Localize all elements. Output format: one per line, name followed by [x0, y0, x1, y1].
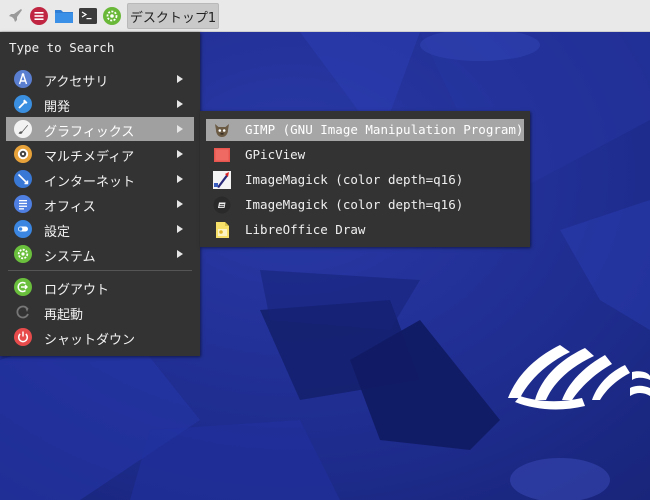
submenu-item-label: ImageMagick (color depth=q16): [245, 172, 464, 187]
system-icon: [14, 245, 32, 263]
menu-item-label: インターネット: [44, 175, 136, 190]
submenu-item-libreoffice-draw[interactable]: LibreOffice Draw: [206, 219, 524, 241]
menu-item-label: 再起動: [44, 308, 84, 323]
rocket-icon[interactable]: [5, 6, 25, 26]
menu-item-multimedia[interactable]: マルチメディア: [6, 142, 194, 166]
internet-icon: [14, 170, 32, 188]
menu-item-label: オフィス: [44, 200, 96, 215]
submenu-arrow-icon: [177, 175, 183, 183]
logout-icon: [14, 278, 32, 296]
submenu-item-gimp[interactable]: GIMP (GNU Image Manipulation Program): [206, 119, 524, 141]
menu-separator: [8, 270, 192, 271]
workspace-button[interactable]: デスクトップ1: [127, 3, 219, 29]
shutdown-icon: [14, 328, 32, 346]
menu-item-shutdown[interactable]: シャットダウン: [6, 325, 194, 349]
menu-item-label: マルチメディア: [44, 150, 135, 165]
terminal-icon[interactable]: [78, 6, 98, 26]
submenu-item-label: GPicView: [245, 147, 306, 162]
submenu-arrow-icon: [177, 150, 183, 158]
submenu-item-imagemagick-display[interactable]: ImageMagick (color depth=q16): [206, 194, 524, 216]
gpicview-icon: [214, 148, 230, 162]
libreoffice-draw-icon: [216, 222, 229, 238]
submenu-item-label: GIMP (GNU Image Manipulation Program): [245, 122, 524, 137]
menu-item-system[interactable]: システム: [6, 242, 194, 266]
menu-item-label: 設定: [44, 225, 71, 240]
folder-icon[interactable]: [54, 6, 74, 26]
submenu-arrow-icon: [177, 75, 183, 83]
development-icon: [14, 95, 32, 113]
menu-item-label: システム: [44, 250, 96, 265]
menu-item-label: ログアウト: [44, 283, 110, 298]
submenu-arrow-icon: [177, 225, 183, 233]
submenu-arrow-icon: [177, 125, 183, 133]
menu-item-settings[interactable]: 設定: [6, 217, 194, 241]
submenu-item-imagemagick[interactable]: ImageMagick (color depth=q16): [206, 169, 524, 191]
search-input[interactable]: Type to Search: [9, 40, 114, 55]
submenu-item-label: LibreOffice Draw: [245, 222, 366, 237]
menu-item-restart[interactable]: 再起動: [6, 300, 194, 324]
imagemagick-icon: [213, 171, 231, 189]
graphics-icon: [14, 120, 32, 138]
menu-item-label: 開発: [44, 100, 71, 115]
office-icon: [14, 195, 32, 213]
menu-item-office[interactable]: オフィス: [6, 192, 194, 216]
menu-item-logout[interactable]: ログアウト: [6, 275, 194, 299]
top-panel: デスクトップ1: [0, 0, 650, 32]
menu-item-development[interactable]: 開発: [6, 92, 194, 116]
accessories-icon: [14, 70, 32, 88]
restart-icon: [16, 305, 29, 319]
submenu-arrow-icon: [177, 250, 183, 258]
menu-item-label: シャットダウン: [44, 333, 136, 348]
hamburger-menu-icon[interactable]: [29, 6, 49, 26]
gear-icon[interactable]: [102, 6, 122, 26]
menu-item-accessories[interactable]: アクセサリ: [6, 67, 194, 91]
submenu-item-label: ImageMagick (color depth=q16): [245, 197, 464, 212]
menu-item-label: グラフィックス: [44, 125, 135, 140]
menu-item-label: アクセサリ: [44, 75, 109, 90]
application-menu: Type to Search アクセサリ 開発 グラフィックス マルチメディア …: [0, 32, 200, 356]
submenu-item-gpicview[interactable]: GPicView: [206, 144, 524, 166]
multimedia-icon: [14, 145, 32, 163]
imagemagick-display-icon: [213, 196, 231, 214]
settings-icon: [14, 220, 32, 238]
gimp-icon: [215, 124, 229, 137]
menu-item-graphics[interactable]: グラフィックス: [6, 117, 194, 141]
menu-item-internet[interactable]: インターネット: [6, 167, 194, 191]
submenu-arrow-icon: [177, 200, 183, 208]
submenu-arrow-icon: [177, 100, 183, 108]
graphics-submenu: GIMP (GNU Image Manipulation Program) GP…: [200, 111, 530, 247]
workspace-label: デスクトップ1: [129, 10, 217, 26]
